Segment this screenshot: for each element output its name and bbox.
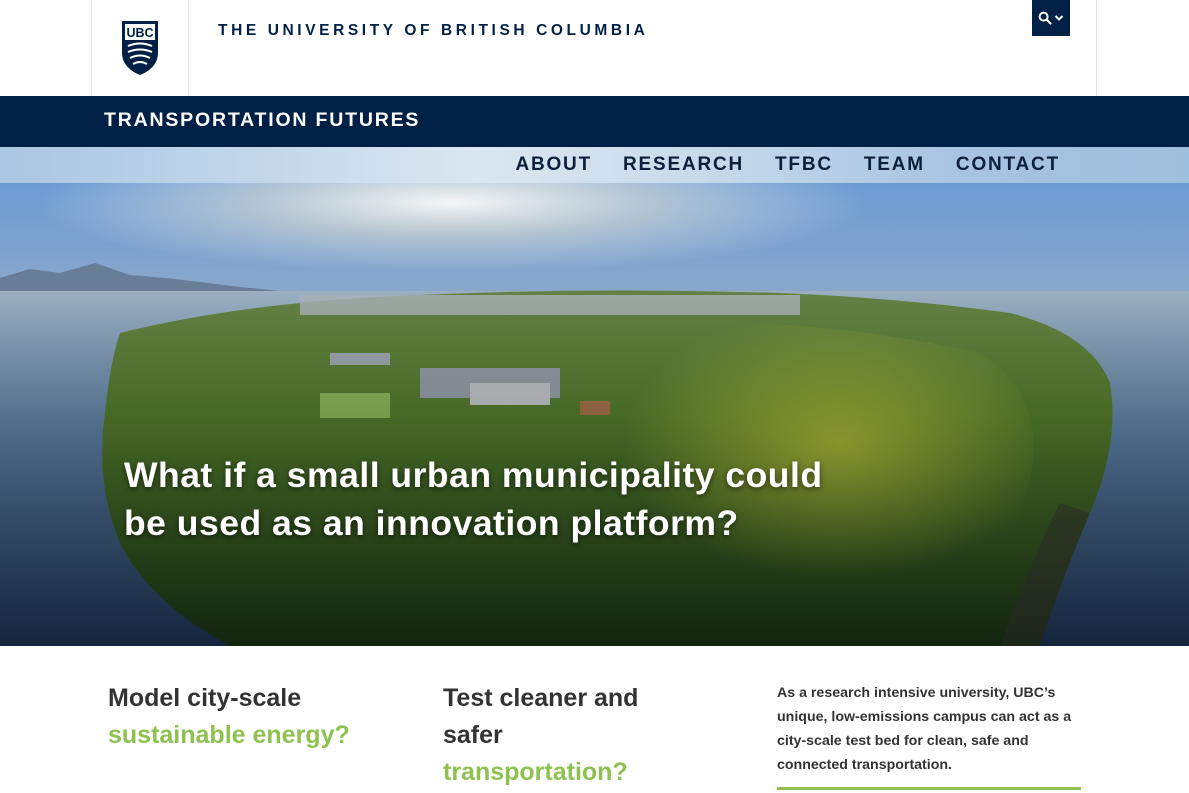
intro-divider: [777, 787, 1081, 790]
logo-text: UBC: [126, 26, 153, 40]
nav-item-tfbc[interactable]: TFBC: [775, 154, 833, 176]
hero-banner: What if a small urban municipality could…: [0, 183, 1189, 646]
header-divider: [1096, 0, 1097, 96]
feature-energy: Model city-scale sustainable energy?: [108, 680, 368, 754]
nav-item-research[interactable]: RESEARCH: [623, 154, 744, 176]
nav-item-contact[interactable]: CONTACT: [956, 154, 1060, 176]
nav-item-about[interactable]: ABOUT: [515, 154, 592, 176]
feature-energy-highlight: sustainable energy?: [108, 721, 350, 749]
unit-bar: TRANSPORTATION FUTURES: [0, 96, 1189, 147]
feature-transportation: Test cleaner and safer transportation?: [443, 680, 703, 791]
nav-item-team[interactable]: TEAM: [864, 154, 925, 176]
feature-transportation-highlight: transportation?: [443, 758, 628, 786]
site-header: UBC THE UNIVERSITY OF BRITISH COLUMBIA: [0, 0, 1189, 96]
search-toggle-button[interactable]: [1032, 0, 1070, 36]
search-icon: [1038, 11, 1052, 25]
feature-transportation-line1: Test cleaner and safer: [443, 684, 639, 749]
hero-aerial-campus-image: [0, 183, 1189, 646]
hero-headline: What if a small urban municipality could…: [124, 455, 823, 543]
ubc-logo-link[interactable]: UBC: [91, 0, 189, 96]
feature-energy-line1: Model city-scale: [108, 684, 302, 712]
unit-title-link[interactable]: TRANSPORTATION FUTURES: [104, 109, 420, 132]
nav-list: ABOUT RESEARCH TFBC TEAM CONTACT: [515, 147, 1060, 183]
intro-paragraph: As a research intensive university, UBC’…: [777, 685, 1072, 773]
main-navigation: ABOUT RESEARCH TFBC TEAM CONTACT: [0, 147, 1189, 183]
university-wordmark[interactable]: THE UNIVERSITY OF BRITISH COLUMBIA: [218, 22, 648, 40]
chevron-down-icon: [1054, 15, 1064, 21]
ubc-crest-logo: UBC: [122, 21, 158, 75]
